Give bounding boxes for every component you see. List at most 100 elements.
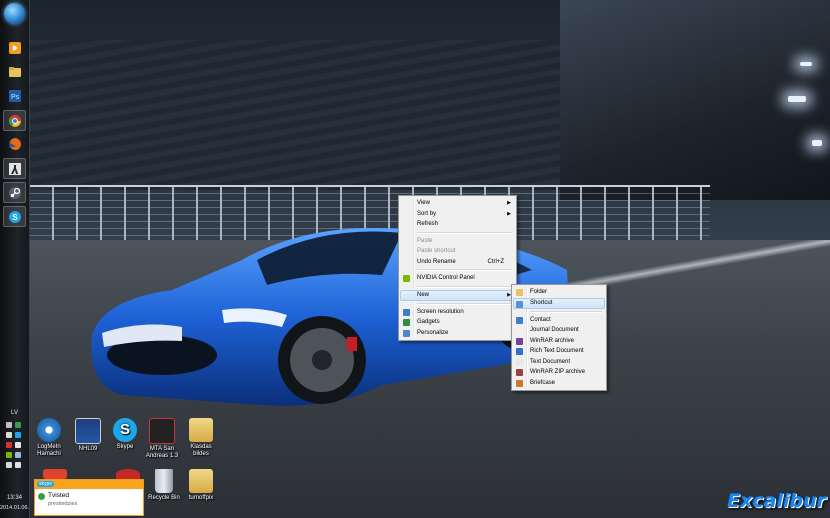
menu-separator <box>417 285 512 288</box>
show-hidden-icon[interactable] <box>6 422 12 428</box>
new-submenu-item-winrar-archive[interactable]: WinRAR archive <box>514 336 604 347</box>
desktop-icon-recycle-bin[interactable]: Recycle Bin <box>146 469 182 502</box>
desktop-icon-skype[interactable]: S Skype <box>107 418 143 451</box>
nvidia-tray-icon[interactable] <box>6 452 12 458</box>
folder-icon <box>516 289 523 296</box>
gadgets-icon <box>403 319 410 326</box>
taskbar-chrome[interactable] <box>3 110 26 131</box>
ceiling-lamp <box>788 96 806 102</box>
taskbar-photoshop[interactable]: Ps <box>4 86 25 105</box>
app-icon <box>116 469 140 479</box>
new-submenu-item-briefcase[interactable]: Briefcase <box>514 378 604 389</box>
skype-tray-icon[interactable] <box>15 432 21 438</box>
context-menu-item-nvidia-control-panel[interactable]: NVIDIA Control Panel <box>401 273 514 284</box>
folder-icon <box>189 469 213 493</box>
firefox-icon <box>8 137 21 150</box>
volume-icon[interactable] <box>15 462 21 468</box>
usb-tray-icon[interactable] <box>15 442 21 448</box>
tray-icons <box>6 422 24 482</box>
clock-date[interactable]: 2014.01.06. <box>0 505 29 511</box>
context-menu-item-screen-resolution[interactable]: Screen resolution <box>401 307 514 318</box>
menu-item-label: Refresh <box>417 221 439 227</box>
ceiling-lamp <box>812 140 822 146</box>
notification-header: skype <box>35 480 143 489</box>
mta-icon <box>149 418 175 444</box>
desktop-icon-label: Klasdas bildes <box>190 444 212 457</box>
menu-item-label: Gadgets <box>417 319 440 325</box>
menu-item-label: NVIDIA Control Panel <box>417 275 475 281</box>
new-submenu: Folder Shortcut Contact Journal Document Win… <box>511 284 607 391</box>
contact-icon <box>516 316 523 324</box>
context-menu-item-personalize[interactable]: Personalize <box>401 328 514 339</box>
notification-message: prestiedzies <box>48 501 78 507</box>
desktop-icon-turnoffpix[interactable]: turnoffpix <box>183 469 219 502</box>
winrar-zip-icon <box>516 369 523 376</box>
context-menu-item-sort-by[interactable]: Sort by ▶ <box>401 209 514 220</box>
submenu-arrow-icon: ▶ <box>507 210 511 217</box>
new-submenu-item-text-document[interactable]: Text Document <box>514 357 604 368</box>
skype-icon: S <box>113 418 137 442</box>
svg-text:Ps: Ps <box>11 94 20 101</box>
desktop-icon-nhl09[interactable]: NHL09 <box>70 418 106 453</box>
context-menu-item-undo-rename[interactable]: Undo Rename Ctrl+Z <box>401 257 514 268</box>
menu-item-label: View <box>417 200 430 206</box>
context-menu-item-refresh[interactable]: Refresh <box>401 219 514 230</box>
context-menu-item-gadgets[interactable]: Gadgets <box>401 317 514 328</box>
new-submenu-item-folder[interactable]: Folder <box>514 287 604 298</box>
new-submenu-item-rich-text-document[interactable]: Rich Text Document <box>514 346 604 357</box>
menu-item-label: Contact <box>530 316 551 323</box>
desktop-icon-label: Skype <box>116 444 134 450</box>
steam-tray-icon[interactable] <box>6 432 12 438</box>
start-orb-icon[interactable] <box>4 3 25 24</box>
language-indicator[interactable]: LV <box>0 410 29 416</box>
context-menu-item-new[interactable]: New ▶ <box>400 289 515 301</box>
menu-item-label: Paste shortcut <box>417 248 456 254</box>
context-menu-item-paste-shortcut[interactable]: Paste shortcut <box>401 246 514 257</box>
menu-separator <box>417 302 512 305</box>
taskbar-skype[interactable]: S <box>3 206 26 227</box>
desktop-icon-mta[interactable]: MTA San Andreas 1.3 <box>144 418 180 460</box>
media-player-icon <box>8 41 21 54</box>
menu-item-label: Paste <box>417 237 433 244</box>
desktop-icon-logmein[interactable]: LogMeIn Hamachi <box>31 418 67 458</box>
new-submenu-item-journal-document[interactable]: Journal Document <box>514 325 604 336</box>
new-submenu-item-shortcut[interactable]: Shortcut <box>513 297 605 309</box>
menu-item-label: Screen resolution <box>417 308 464 315</box>
context-menu-item-view[interactable]: View ▶ <box>401 198 514 209</box>
menu-item-label: Journal Document <box>530 327 579 333</box>
winrar-icon <box>516 337 523 345</box>
desktop-icon-klasdas[interactable]: Klasdas bildes <box>183 418 219 458</box>
clock-time[interactable]: 13:34 <box>0 495 29 501</box>
taskbar-firefox[interactable] <box>4 134 25 153</box>
desktop-icon-label: Recycle Bin <box>148 495 180 501</box>
taskbar-counter-strike[interactable] <box>3 158 26 179</box>
steam-icon <box>8 186 21 199</box>
action-center-icon[interactable] <box>6 462 12 468</box>
network-icon[interactable] <box>15 452 21 458</box>
new-submenu-item-winrar-zip-archive[interactable]: WinRAR ZIP archive <box>514 367 604 378</box>
taskbar: Ps S LV 13:34 2014.01.06. <box>0 0 30 518</box>
taskbar-steam[interactable] <box>3 182 26 203</box>
hamachi-icon <box>37 418 61 442</box>
menu-item-label: Shortcut <box>530 299 553 306</box>
svg-text:S: S <box>12 213 18 222</box>
ceiling-lamp <box>800 62 812 66</box>
menu-item-label: Rich Text Document <box>530 348 584 354</box>
grandstand <box>30 40 650 190</box>
hamachi-tray-icon[interactable] <box>15 422 21 428</box>
text-document-icon <box>516 358 523 366</box>
taskbar-media-player[interactable] <box>4 38 25 57</box>
shortcut-icon <box>516 300 523 308</box>
context-menu-item-paste[interactable]: Paste <box>401 236 514 247</box>
pit-roof <box>560 0 830 200</box>
menu-item-label: Folder <box>530 289 548 295</box>
menu-item-label: Personalize <box>417 329 449 336</box>
journal-icon <box>516 327 523 334</box>
menu-item-label: WinRAR ZIP archive <box>530 369 585 375</box>
new-submenu-item-contact[interactable]: Contact <box>514 315 604 326</box>
taskbar-explorer[interactable] <box>4 62 25 81</box>
menu-separator <box>417 269 512 271</box>
skype-notification[interactable]: skype Tvisted prestiedzies <box>34 479 144 516</box>
gmail-tray-icon[interactable] <box>6 442 12 448</box>
recycle-bin-icon <box>155 469 173 493</box>
